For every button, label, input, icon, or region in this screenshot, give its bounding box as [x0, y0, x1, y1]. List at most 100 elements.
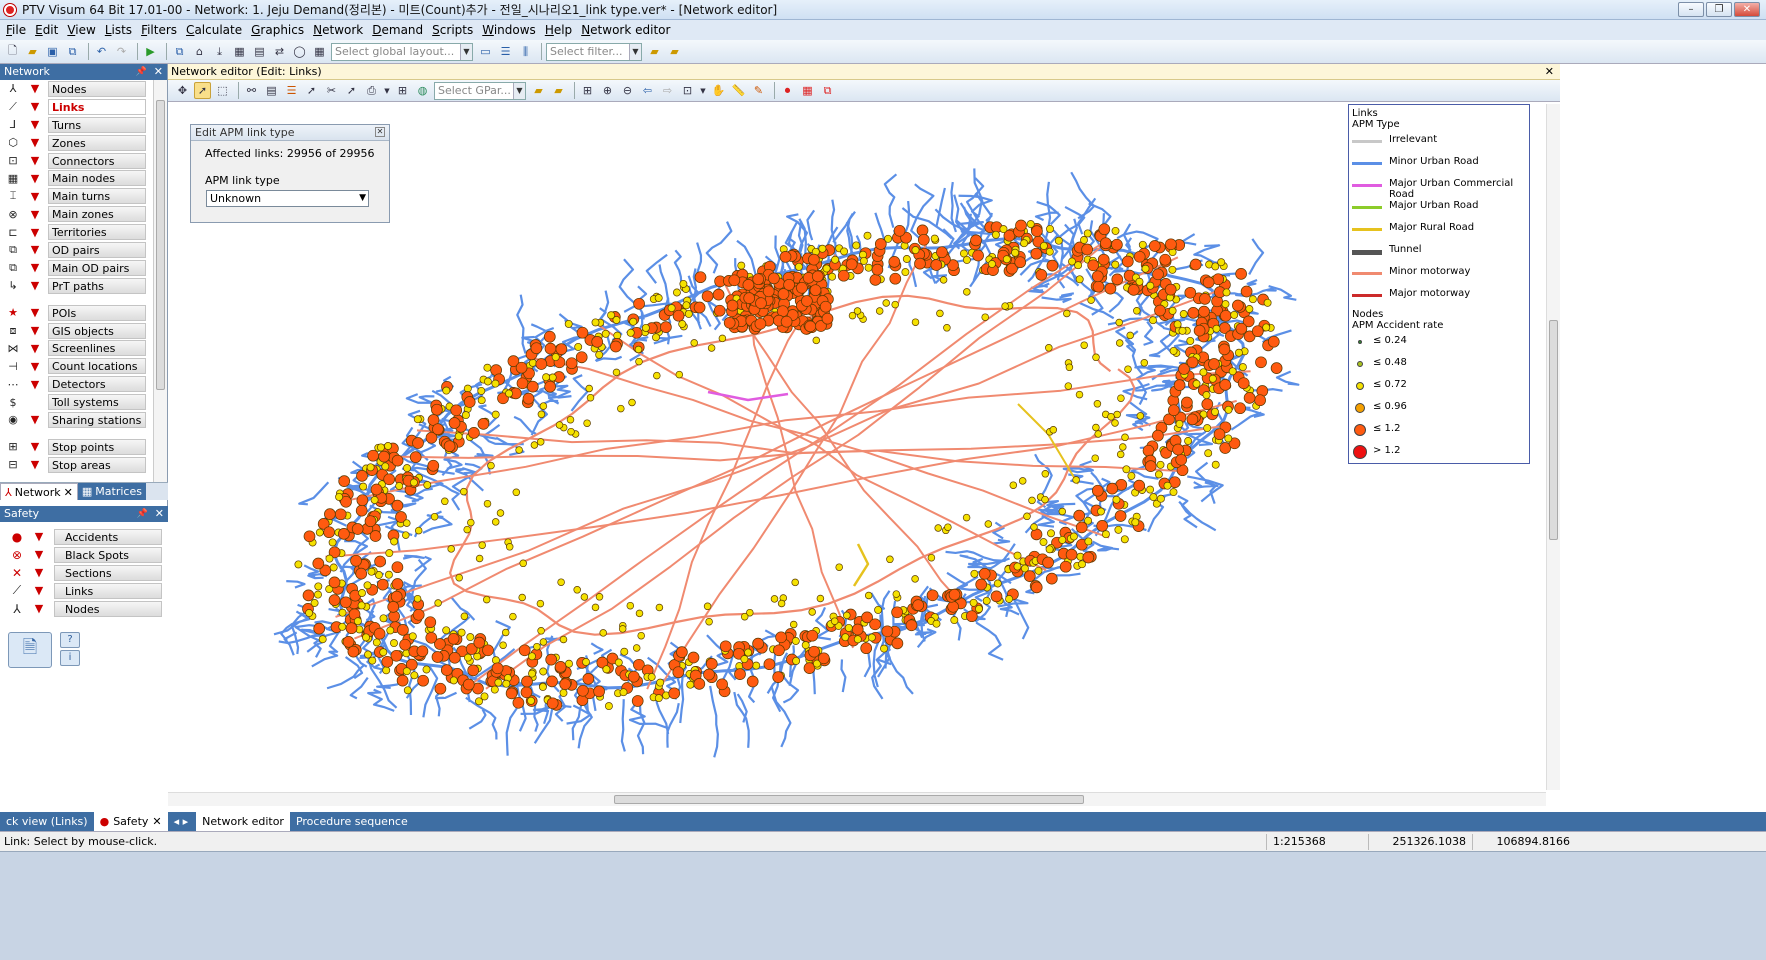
accident-node-high[interactable]	[851, 623, 864, 636]
accident-node-medium[interactable]	[519, 559, 527, 568]
accident-node-high[interactable]	[701, 290, 714, 303]
accident-node-medium[interactable]	[573, 586, 581, 594]
safety-item-links[interactable]: ⟋ ▼ Links	[0, 582, 168, 600]
accident-node-high[interactable]	[1142, 444, 1155, 457]
accident-node-medium[interactable]	[1092, 423, 1100, 432]
accident-node-medium[interactable]	[880, 644, 888, 653]
accident-node-high[interactable]	[1099, 237, 1112, 250]
accident-node-medium[interactable]	[678, 320, 687, 328]
redo-icon[interactable]: ↷	[113, 43, 130, 60]
network-item-gis-objects[interactable]: ⧈ ▼ GIS objects	[0, 322, 160, 340]
accident-node-high[interactable]	[520, 686, 533, 699]
accident-node-high[interactable]	[1096, 520, 1109, 532]
minor-urban-road[interactable]	[903, 200, 911, 235]
menu-network-editor[interactable]: Network editor	[581, 23, 670, 37]
accident-node-medium[interactable]	[1149, 493, 1158, 502]
home-icon[interactable]: ⌂	[191, 43, 208, 60]
accident-node-medium[interactable]	[533, 642, 541, 651]
minor-urban-road[interactable]	[695, 242, 703, 277]
accident-node-high[interactable]	[323, 526, 335, 539]
accident-node-high[interactable]	[1098, 223, 1111, 236]
accident-node-medium[interactable]	[686, 680, 695, 689]
filter-icon[interactable]: ▼	[32, 548, 46, 561]
accident-node-medium[interactable]	[483, 499, 492, 508]
accident-node-medium[interactable]	[505, 543, 514, 551]
accident-node-high[interactable]	[432, 423, 444, 436]
accident-node-high[interactable]	[1251, 325, 1264, 338]
accident-node-high[interactable]	[559, 678, 572, 690]
accident-node-medium[interactable]	[528, 669, 536, 678]
accident-node-medium[interactable]	[1217, 258, 1226, 267]
accident-node-high[interactable]	[914, 257, 926, 270]
accident-node-medium[interactable]	[583, 419, 591, 427]
minor-urban-road[interactable]	[1178, 500, 1217, 532]
accident-node-high[interactable]	[609, 340, 622, 353]
accident-node-high[interactable]	[577, 684, 589, 697]
binoculars-icon[interactable]: ⚯	[243, 82, 260, 99]
accident-node-medium[interactable]	[1156, 460, 1165, 469]
filter-icon[interactable]: ▼	[32, 584, 46, 597]
network-item-prt-paths[interactable]: ↳ ▼ PrT paths	[0, 277, 160, 295]
accident-node-medium[interactable]	[963, 288, 971, 296]
accident-node-medium[interactable]	[410, 671, 419, 680]
accident-node-medium[interactable]	[840, 247, 849, 256]
accident-node-high[interactable]	[672, 666, 685, 679]
tab-quick-view-links[interactable]: ck view (Links)	[0, 812, 94, 831]
accident-node-medium[interactable]	[314, 582, 323, 591]
accident-node-high[interactable]	[582, 673, 595, 685]
accident-node-high[interactable]	[373, 627, 386, 640]
accident-node-medium[interactable]	[1069, 532, 1078, 541]
accident-node-medium[interactable]	[632, 644, 641, 652]
accident-node-medium[interactable]	[384, 442, 392, 450]
accident-node-medium[interactable]	[423, 481, 432, 489]
accident-node-medium[interactable]	[791, 637, 800, 645]
accident-node-medium[interactable]	[1097, 507, 1105, 516]
accident-node-high[interactable]	[1081, 243, 1093, 256]
accident-node-medium[interactable]	[1122, 465, 1131, 474]
tools-icon[interactable]: ✂	[323, 82, 340, 99]
accident-node-high[interactable]	[1073, 509, 1086, 522]
filter-icon[interactable]: ▼	[28, 440, 42, 453]
minor-urban-road[interactable]	[298, 481, 330, 506]
minor-urban-road[interactable]	[349, 676, 369, 700]
accident-node-high[interactable]	[412, 608, 425, 621]
accident-node-medium[interactable]	[1034, 566, 1043, 575]
accident-node-medium[interactable]	[892, 590, 901, 598]
accident-node-medium[interactable]	[886, 555, 894, 564]
view-icon[interactable]: ⊡	[679, 82, 696, 99]
move-icon[interactable]: ✥	[174, 82, 191, 99]
accident-node-medium[interactable]	[652, 333, 660, 342]
accident-node-medium[interactable]	[367, 567, 376, 576]
accident-node-medium[interactable]	[794, 262, 803, 271]
accident-node-high[interactable]	[391, 561, 404, 574]
accident-node-high[interactable]	[1035, 269, 1048, 281]
accident-node-high[interactable]	[1165, 238, 1177, 251]
menu-file[interactable]: File	[6, 23, 26, 37]
accident-node-high[interactable]	[1240, 285, 1253, 298]
accident-node-medium[interactable]	[1179, 310, 1188, 318]
minor-urban-road[interactable]	[376, 683, 399, 690]
menu-edit[interactable]: Edit	[35, 23, 58, 37]
accident-node-medium[interactable]	[911, 575, 919, 583]
accident-node-medium[interactable]	[647, 673, 656, 681]
accident-node-high[interactable]	[1232, 299, 1244, 312]
accident-node-high[interactable]	[713, 304, 726, 317]
accident-node-medium[interactable]	[1001, 302, 1009, 310]
tab-network[interactable]: ⅄ Network ✕	[0, 483, 78, 500]
run-icon[interactable]: ▶	[142, 43, 159, 60]
accident-node-medium[interactable]	[490, 685, 499, 694]
accident-node-high[interactable]	[1030, 528, 1043, 541]
accident-node-medium[interactable]	[1245, 305, 1254, 313]
accident-node-medium[interactable]	[413, 415, 422, 424]
grid-icon[interactable]: ▦	[231, 43, 248, 60]
pin-icon[interactable]: 📌	[137, 506, 148, 522]
menu-calculate[interactable]: Calculate	[186, 23, 242, 37]
select-filter-icon[interactable]: ➚	[343, 82, 360, 99]
accident-node-high[interactable]	[312, 557, 325, 570]
accident-node-high[interactable]	[355, 567, 368, 580]
table-icon[interactable]: ▤	[251, 43, 268, 60]
accident-node-medium[interactable]	[1149, 316, 1157, 325]
accident-node-medium[interactable]	[930, 234, 939, 243]
minor-urban-road[interactable]	[405, 393, 435, 404]
accident-node-medium[interactable]	[455, 573, 463, 582]
